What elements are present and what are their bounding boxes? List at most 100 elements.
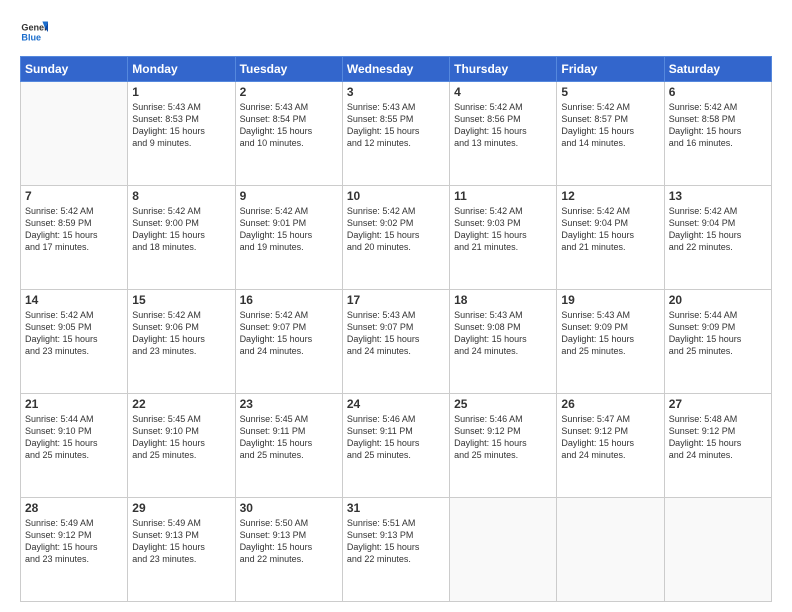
cell-info: Sunrise: 5:43 AMSunset: 9:08 PMDaylight:…: [454, 309, 552, 358]
day-number: 5: [561, 85, 659, 99]
calendar-cell: 25 Sunrise: 5:46 AMSunset: 9:12 PMDayligh…: [450, 394, 557, 498]
cell-info: Sunrise: 5:43 AMSunset: 8:55 PMDaylight:…: [347, 101, 445, 150]
cell-info: Sunrise: 5:42 AMSunset: 9:04 PMDaylight:…: [561, 205, 659, 254]
day-number: 23: [240, 397, 338, 411]
day-number: 10: [347, 189, 445, 203]
calendar-cell: 11 Sunrise: 5:42 AMSunset: 9:03 PMDayligh…: [450, 186, 557, 290]
day-number: 27: [669, 397, 767, 411]
weekday-header: Sunday: [21, 57, 128, 82]
calendar-cell: 9Sunrise: 5:42 AMSunset: 9:01 PMDaylight…: [235, 186, 342, 290]
calendar-cell: 4 Sunrise: 5:42 AMSunset: 8:56 PMDaylight…: [450, 82, 557, 186]
cell-info: Sunrise: 5:46 AMSunset: 9:11 PMDaylight:…: [347, 413, 445, 462]
cell-info: Sunrise: 5:48 AMSunset: 9:12 PMDaylight:…: [669, 413, 767, 462]
calendar-week-row: 7 Sunrise: 5:42 AMSunset: 8:59 PMDaylight…: [21, 186, 772, 290]
calendar-week-row: 21 Sunrise: 5:44 AMSunset: 9:10 PMDayligh…: [21, 394, 772, 498]
calendar-cell: 5Sunrise: 5:42 AMSunset: 8:57 PMDaylight…: [557, 82, 664, 186]
day-number: 21: [25, 397, 123, 411]
day-number: 7: [25, 189, 123, 203]
day-number: 29: [132, 501, 230, 515]
calendar-cell: 1 Sunrise: 5:43 AMSunset: 8:53 PMDaylight…: [128, 82, 235, 186]
day-number: 15: [132, 293, 230, 307]
cell-info: Sunrise: 5:42 AMSunset: 8:59 PMDaylight:…: [25, 205, 123, 254]
calendar-week-row: 1 Sunrise: 5:43 AMSunset: 8:53 PMDaylight…: [21, 82, 772, 186]
day-number: 8: [132, 189, 230, 203]
page: General Blue SundayMondayTuesdayWednesda…: [0, 0, 792, 612]
weekday-header: Monday: [128, 57, 235, 82]
cell-info: Sunrise: 5:42 AMSunset: 8:56 PMDaylight:…: [454, 101, 552, 150]
cell-info: Sunrise: 5:42 AMSunset: 9:05 PMDaylight:…: [25, 309, 123, 358]
day-number: 2: [240, 85, 338, 99]
day-number: 14: [25, 293, 123, 307]
cell-info: Sunrise: 5:42 AMSunset: 9:03 PMDaylight:…: [454, 205, 552, 254]
calendar-cell: [21, 82, 128, 186]
day-number: 17: [347, 293, 445, 307]
calendar-cell: 15 Sunrise: 5:42 AMSunset: 9:06 PMDayligh…: [128, 290, 235, 394]
calendar-cell: 16 Sunrise: 5:42 AMSunset: 9:07 PMDayligh…: [235, 290, 342, 394]
calendar-cell: 12 Sunrise: 5:42 AMSunset: 9:04 PMDayligh…: [557, 186, 664, 290]
header: General Blue: [20, 18, 772, 46]
day-number: 24: [347, 397, 445, 411]
day-number: 18: [454, 293, 552, 307]
logo-icon: General Blue: [20, 18, 48, 46]
calendar-cell: 31Sunrise: 5:51 AMSunset: 9:13 PMDayligh…: [342, 498, 449, 602]
calendar-cell: 24 Sunrise: 5:46 AMSunset: 9:11 PMDayligh…: [342, 394, 449, 498]
cell-info: Sunrise: 5:42 AMSunset: 9:06 PMDaylight:…: [132, 309, 230, 358]
header-row: SundayMondayTuesdayWednesdayThursdayFrid…: [21, 57, 772, 82]
calendar-table: SundayMondayTuesdayWednesdayThursdayFrid…: [20, 56, 772, 602]
weekday-header: Friday: [557, 57, 664, 82]
calendar-week-row: 14 Sunrise: 5:42 AMSunset: 9:05 PMDayligh…: [21, 290, 772, 394]
calendar-cell: 10 Sunrise: 5:42 AMSunset: 9:02 PMDayligh…: [342, 186, 449, 290]
calendar-cell: [450, 498, 557, 602]
calendar-cell: 23 Sunrise: 5:45 AMSunset: 9:11 PMDayligh…: [235, 394, 342, 498]
day-number: 20: [669, 293, 767, 307]
calendar-cell: 18 Sunrise: 5:43 AMSunset: 9:08 PMDayligh…: [450, 290, 557, 394]
day-number: 19: [561, 293, 659, 307]
cell-info: Sunrise: 5:47 AMSunset: 9:12 PMDaylight:…: [561, 413, 659, 462]
day-number: 13: [669, 189, 767, 203]
cell-info: Sunrise: 5:42 AMSunset: 8:58 PMDaylight:…: [669, 101, 767, 150]
cell-info: Sunrise: 5:42 AMSunset: 9:01 PMDaylight:…: [240, 205, 338, 254]
day-number: 6: [669, 85, 767, 99]
cell-info: Sunrise: 5:43 AMSunset: 8:54 PMDaylight:…: [240, 101, 338, 150]
day-number: 25: [454, 397, 552, 411]
calendar-cell: 3Sunrise: 5:43 AMSunset: 8:55 PMDaylight…: [342, 82, 449, 186]
cell-info: Sunrise: 5:44 AMSunset: 9:10 PMDaylight:…: [25, 413, 123, 462]
day-number: 22: [132, 397, 230, 411]
calendar-cell: 22 Sunrise: 5:45 AMSunset: 9:10 PMDayligh…: [128, 394, 235, 498]
calendar-cell: 8Sunrise: 5:42 AMSunset: 9:00 PMDaylight…: [128, 186, 235, 290]
cell-info: Sunrise: 5:42 AMSunset: 9:02 PMDaylight:…: [347, 205, 445, 254]
day-number: 1: [132, 85, 230, 99]
calendar-cell: 30 Sunrise: 5:50 AMSunset: 9:13 PMDayligh…: [235, 498, 342, 602]
day-number: 28: [25, 501, 123, 515]
calendar-cell: 6 Sunrise: 5:42 AMSunset: 8:58 PMDaylight…: [664, 82, 771, 186]
calendar-week-row: 28 Sunrise: 5:49 AMSunset: 9:12 PMDayligh…: [21, 498, 772, 602]
calendar-cell: 17 Sunrise: 5:43 AMSunset: 9:07 PMDayligh…: [342, 290, 449, 394]
day-number: 31: [347, 501, 445, 515]
calendar-cell: 29 Sunrise: 5:49 AMSunset: 9:13 PMDayligh…: [128, 498, 235, 602]
calendar-cell: 26 Sunrise: 5:47 AMSunset: 9:12 PMDayligh…: [557, 394, 664, 498]
calendar-cell: 7 Sunrise: 5:42 AMSunset: 8:59 PMDaylight…: [21, 186, 128, 290]
day-number: 12: [561, 189, 659, 203]
day-number: 26: [561, 397, 659, 411]
day-number: 11: [454, 189, 552, 203]
cell-info: Sunrise: 5:45 AMSunset: 9:11 PMDaylight:…: [240, 413, 338, 462]
weekday-header: Wednesday: [342, 57, 449, 82]
calendar-cell: 20Sunrise: 5:44 AMSunset: 9:09 PMDayligh…: [664, 290, 771, 394]
cell-info: Sunrise: 5:46 AMSunset: 9:12 PMDaylight:…: [454, 413, 552, 462]
weekday-header: Saturday: [664, 57, 771, 82]
day-number: 4: [454, 85, 552, 99]
calendar-cell: 13Sunrise: 5:42 AMSunset: 9:04 PMDayligh…: [664, 186, 771, 290]
cell-info: Sunrise: 5:49 AMSunset: 9:13 PMDaylight:…: [132, 517, 230, 566]
cell-info: Sunrise: 5:49 AMSunset: 9:12 PMDaylight:…: [25, 517, 123, 566]
day-number: 30: [240, 501, 338, 515]
calendar-cell: 19 Sunrise: 5:43 AMSunset: 9:09 PMDayligh…: [557, 290, 664, 394]
cell-info: Sunrise: 5:43 AMSunset: 8:53 PMDaylight:…: [132, 101, 230, 150]
day-number: 16: [240, 293, 338, 307]
cell-info: Sunrise: 5:43 AMSunset: 9:09 PMDaylight:…: [561, 309, 659, 358]
cell-info: Sunrise: 5:43 AMSunset: 9:07 PMDaylight:…: [347, 309, 445, 358]
cell-info: Sunrise: 5:45 AMSunset: 9:10 PMDaylight:…: [132, 413, 230, 462]
svg-text:Blue: Blue: [21, 32, 41, 42]
cell-info: Sunrise: 5:42 AMSunset: 9:07 PMDaylight:…: [240, 309, 338, 358]
calendar-cell: 27 Sunrise: 5:48 AMSunset: 9:12 PMDayligh…: [664, 394, 771, 498]
cell-info: Sunrise: 5:50 AMSunset: 9:13 PMDaylight:…: [240, 517, 338, 566]
